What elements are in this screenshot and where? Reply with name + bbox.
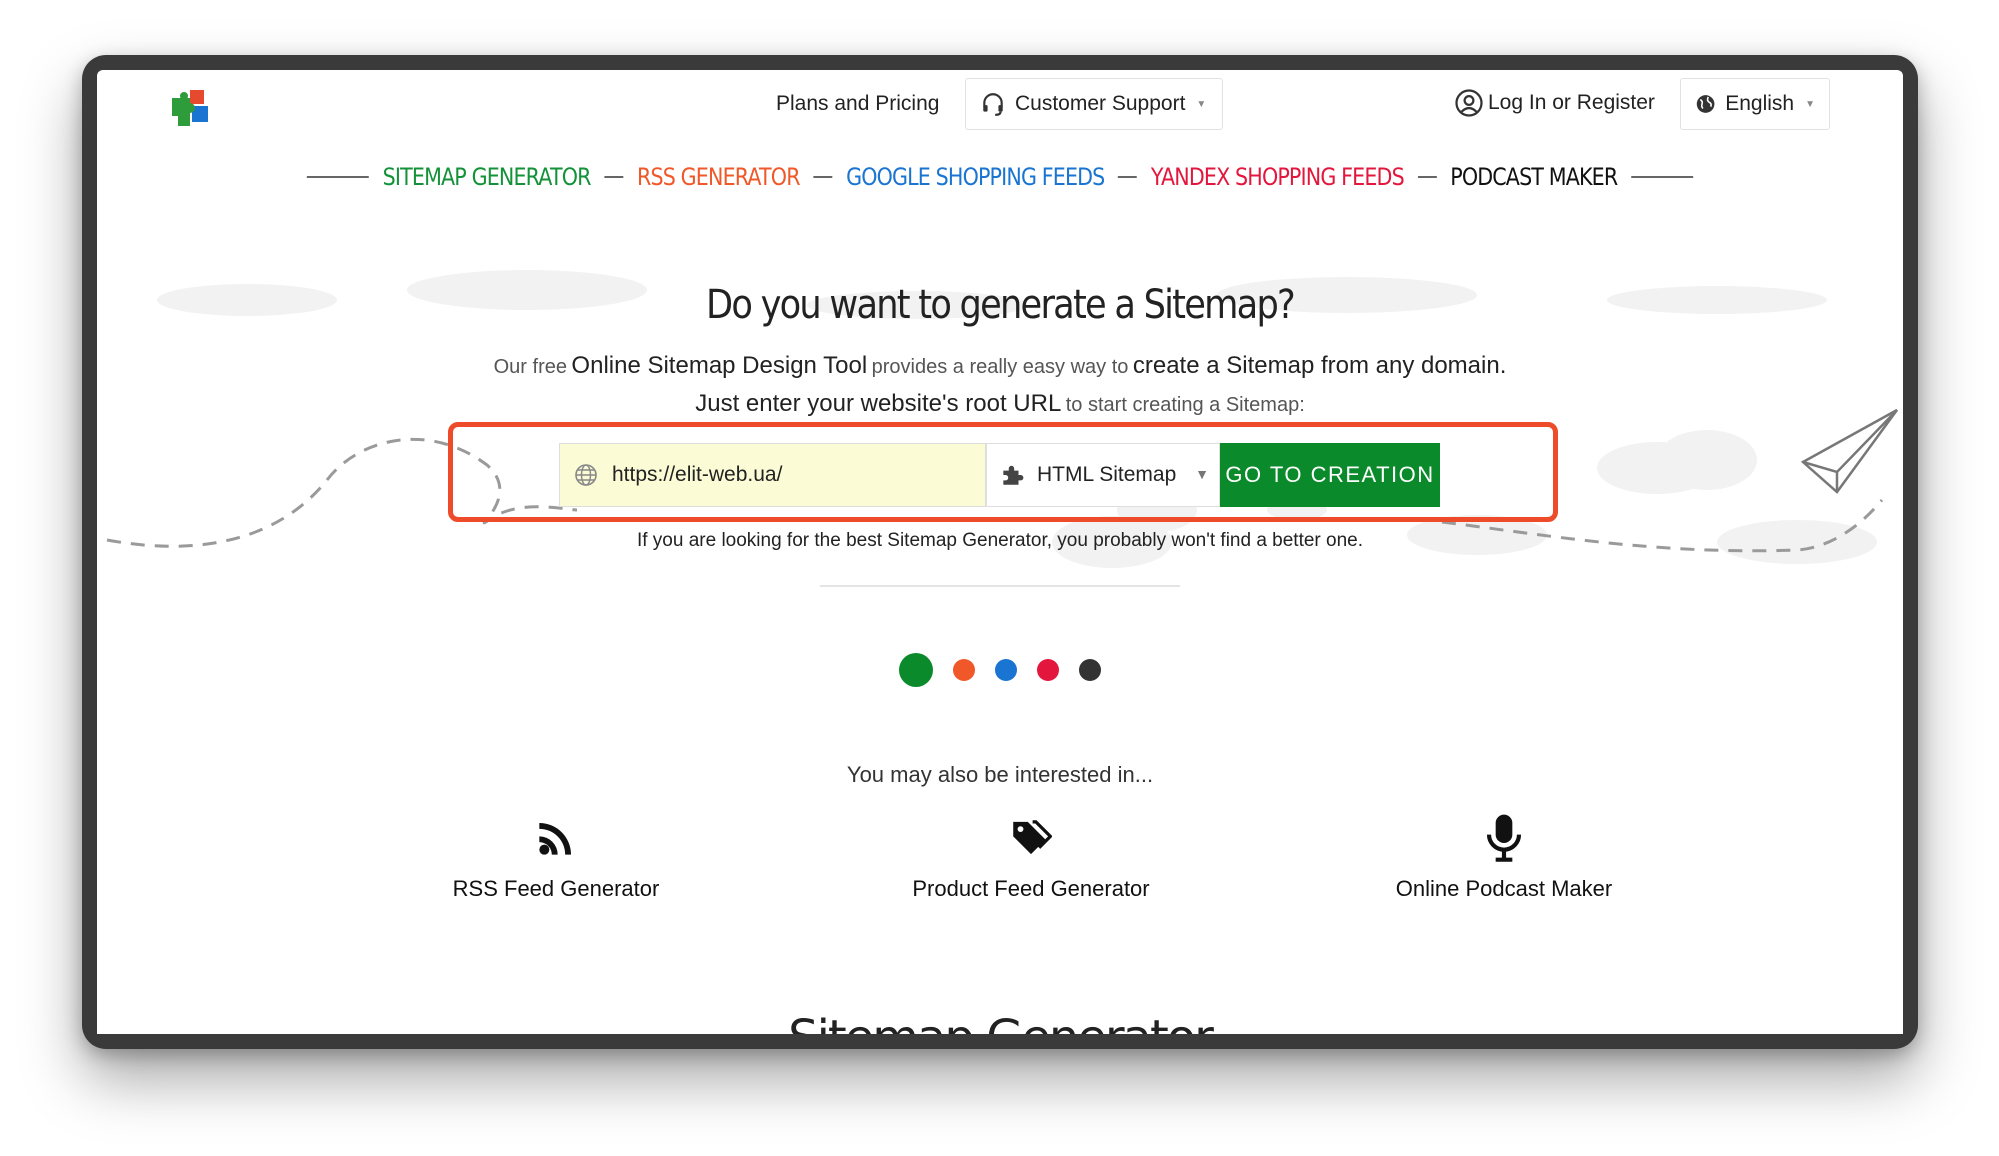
divider (604, 176, 624, 178)
sitemap-type-value: HTML Sitemap (1037, 463, 1177, 486)
tool-rss-feed-generator[interactable]: RSS Feed Generator (406, 810, 706, 902)
divider (1631, 176, 1693, 178)
puzzle-logo[interactable] (170, 84, 214, 128)
url-input[interactable]: https://elit-web.ua/ (559, 443, 986, 507)
next-section-title: Sitemap Generator (97, 1010, 1903, 1034)
tool-label: Online Podcast Maker (1395, 876, 1613, 901)
rss-icon (539, 823, 571, 855)
paper-plane-icon (1800, 408, 1899, 494)
page-title: Do you want to generate a Sitemap? (706, 282, 1296, 328)
product-sitemap-generator[interactable]: SITEMAP GENERATOR (383, 163, 592, 191)
microphone-icon (1486, 814, 1522, 862)
divider (820, 585, 1180, 587)
globe-icon (575, 464, 597, 486)
sitemap-type-select[interactable]: HTML Sitemap ▼ (986, 443, 1220, 507)
carousel-dots (97, 653, 1903, 687)
language-dropdown[interactable]: English ▼ (1680, 78, 1830, 130)
divider (1417, 176, 1437, 178)
hero-description-line-1: Our free Online Sitemap Design Tool prov… (97, 352, 1903, 380)
hint-text: If you are looking for the best Sitemap … (636, 530, 1364, 551)
carousel-dot-google[interactable] (995, 659, 1017, 681)
tool-product-feed-generator[interactable]: Product Feed Generator (881, 810, 1181, 902)
product-google-shopping-feeds[interactable]: GOOGLE SHOPPING FEEDS (846, 163, 1105, 191)
tool-label: Product Feed Generator (912, 876, 1150, 901)
hero-text: to start creating a Sitemap: (1065, 394, 1305, 416)
hero-text-strong: Online Sitemap Design Tool (571, 352, 868, 379)
hero-description-line-2: Just enter your website's root URL to st… (97, 390, 1903, 418)
user-circle-icon (1455, 89, 1483, 117)
product-yandex-shopping-feeds[interactable]: YANDEX SHOPPING FEEDS (1151, 163, 1405, 191)
headset-icon (983, 93, 1003, 116)
plans-pricing-link[interactable]: Plans and Pricing (776, 92, 939, 116)
chevron-down-icon: ▼ (1195, 466, 1209, 482)
globe-icon (1696, 95, 1715, 113)
customer-support-dropdown[interactable]: Customer Support ▼ (965, 78, 1223, 130)
chevron-down-icon: ▼ (1805, 98, 1815, 110)
carousel-dot-sitemap[interactable] (899, 653, 933, 687)
go-to-creation-button[interactable]: GO TO CREATION (1220, 443, 1440, 507)
carousel-dot-rss[interactable] (953, 659, 975, 681)
browser-viewport: Plans and Pricing Customer Support ▼ Log… (97, 70, 1903, 1034)
divider (1118, 176, 1138, 178)
hero-text-strong: create a Sitemap from any domain. (1132, 352, 1507, 379)
divider (307, 176, 369, 178)
carousel-dot-yandex[interactable] (1037, 659, 1059, 681)
url-input-value: https://elit-web.ua/ (612, 463, 783, 486)
login-register-label: Log In or Register (1488, 91, 1655, 114)
hero-text: Our free (493, 356, 567, 378)
login-register-link[interactable]: Log In or Register (1454, 88, 1655, 118)
product-podcast-maker[interactable]: PODCAST MAKER (1450, 163, 1618, 191)
hero-text: provides a really easy way to (871, 356, 1129, 378)
tool-online-podcast-maker[interactable]: Online Podcast Maker (1354, 810, 1654, 902)
product-rss-generator[interactable]: RSS GENERATOR (637, 163, 801, 191)
hero-text-strong: Just enter your website's root URL (695, 390, 1062, 417)
tag-icon (1013, 820, 1052, 855)
carousel-dot-podcast[interactable] (1079, 659, 1101, 681)
puzzle-piece-icon (1003, 465, 1024, 485)
chevron-down-icon: ▼ (1196, 98, 1207, 110)
customer-support-label: Customer Support (1015, 92, 1186, 115)
products-nav: SITEMAP GENERATOR RSS GENERATOR GOOGLE S… (223, 152, 1776, 202)
divider (813, 176, 833, 178)
language-label: English (1725, 92, 1795, 115)
interest-section-title: You may also be interested in... (846, 762, 1154, 787)
tool-label: RSS Feed Generator (452, 876, 660, 901)
